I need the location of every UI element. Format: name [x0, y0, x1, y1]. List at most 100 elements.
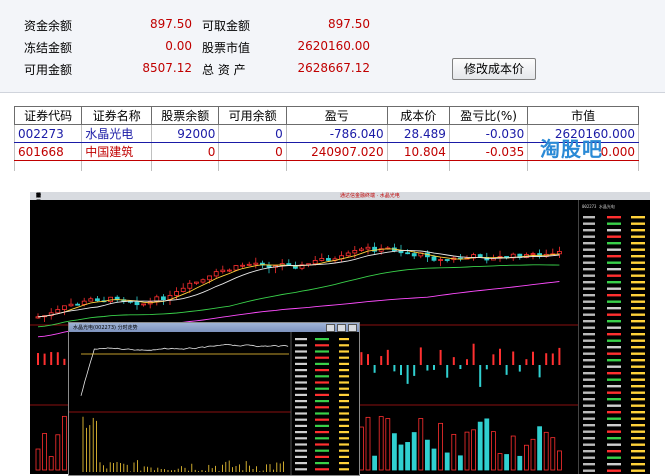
panel-volume-mark [631, 391, 645, 394]
candle-body [180, 287, 186, 292]
candle-body [240, 264, 246, 267]
total-assets-label: 总 资 产 [202, 63, 246, 77]
panel-volume-mark [631, 222, 645, 225]
candle-body [325, 258, 331, 261]
panel-label-mark [583, 255, 595, 258]
macd-bar [419, 347, 422, 365]
panel-price-mark [607, 469, 621, 472]
panel-label-mark [583, 365, 595, 368]
panel-volume-mark [631, 313, 645, 316]
cell-name: 水晶光电 [81, 124, 153, 143]
tick-time-mark [295, 356, 307, 359]
candle-body [444, 259, 450, 261]
candle-body [438, 259, 444, 261]
candle-body [55, 309, 61, 314]
cell-cost: 28.489 [386, 124, 450, 143]
col-header-pnl[interactable]: 盈亏 [285, 106, 388, 125]
col-header-code[interactable]: 证券代码 [13, 106, 83, 125]
panel-price-mark [607, 242, 621, 245]
cell-cost: 10.804 [386, 142, 450, 161]
panel-volume-mark [631, 255, 645, 258]
tick-volume-mark [339, 412, 349, 415]
panel-price-mark [607, 404, 621, 407]
panel-label-mark [583, 268, 595, 271]
maximize-icon[interactable] [337, 324, 346, 332]
account-summary-panel: 资金余额 897.50 可取金额 897.50 冻结金额 0.00 股票市值 2… [0, 0, 665, 93]
tick-time-mark [295, 431, 307, 434]
panel-price-mark [607, 333, 621, 336]
modify-cost-button[interactable]: 修改成本价 [452, 58, 536, 80]
volume-bar [411, 432, 417, 471]
cell-available: 0 [218, 142, 287, 161]
panel-price-mark [607, 372, 621, 375]
panel-code: 002273 水晶光电 [582, 203, 615, 209]
volume-bar [358, 426, 364, 471]
panel-price-mark [607, 437, 621, 440]
panel-label-mark [583, 411, 595, 414]
close-icon[interactable] [348, 324, 357, 332]
macd-bar [373, 365, 376, 373]
candle-body [345, 252, 351, 257]
volume-bar [523, 444, 529, 471]
volume-bar [365, 416, 371, 471]
panel-label-mark [583, 443, 595, 446]
macd-bar [525, 359, 528, 365]
macd-bar [538, 365, 541, 378]
panel-price-mark [607, 229, 621, 232]
popup-titlebar[interactable]: 水晶光电(002273) 分时走势 [69, 323, 359, 332]
panel-price-mark [607, 417, 621, 420]
panel-price-mark [607, 274, 621, 277]
cell-available: 0 [218, 124, 287, 143]
panel-price-mark [607, 424, 621, 427]
col-header-available[interactable]: 可用余额 [218, 106, 287, 125]
popup-background [69, 332, 359, 475]
col-header-cost[interactable]: 成本价 [386, 106, 450, 125]
panel-label-mark [583, 242, 595, 245]
panel-label-mark [583, 235, 595, 238]
intraday-popup-window[interactable]: 水晶光电(002273) 分时走势 [68, 322, 360, 476]
col-header-balance[interactable]: 股票余额 [151, 106, 220, 125]
tick-volume-mark [339, 406, 349, 409]
volume-bar [497, 453, 503, 471]
panel-volume-mark [631, 385, 645, 388]
quote-side-panel: 002273 水晶光电 [578, 200, 650, 474]
panel-volume-mark [631, 469, 645, 472]
tick-time-mark [295, 375, 307, 378]
panel-label-mark [583, 216, 595, 219]
panel-volume-mark [631, 307, 645, 310]
macd-bar [466, 359, 468, 365]
tick-time-mark [295, 387, 307, 390]
tick-volume-mark [339, 356, 349, 359]
software-title: 通达信金融终端 · 水晶光电 [340, 193, 400, 199]
macd-bar [472, 343, 475, 365]
panel-volume-mark [631, 235, 645, 238]
tick-volume-mark [339, 455, 349, 458]
col-header-market-value[interactable]: 市值 [527, 106, 639, 125]
tick-volume-mark [339, 362, 349, 365]
tick-time-mark [295, 437, 307, 440]
panel-volume-mark [631, 242, 645, 245]
tick-volume-mark [339, 375, 349, 378]
macd-bar [63, 358, 66, 365]
tick-volume-mark [339, 443, 349, 446]
software-menubar: 系统功能报价分析扩展市场行情资讯工具帮助 通达信金融终端 · 水晶光电 [30, 192, 650, 234]
cell-balance: 0 [151, 142, 220, 161]
panel-price-mark [607, 281, 621, 284]
col-header-pnl-ratio[interactable]: 盈亏比(%) [448, 106, 529, 125]
tick-price-mark [315, 468, 329, 471]
panel-label-mark [583, 391, 595, 394]
macd-bar [485, 365, 488, 370]
tick-time-mark [295, 449, 307, 452]
panel-label-mark [583, 352, 595, 355]
col-header-name[interactable]: 证券名称 [81, 106, 153, 125]
panel-price-mark [607, 411, 621, 414]
panel-price-mark [607, 326, 621, 329]
volume-bar [35, 448, 41, 471]
panel-price-mark [607, 287, 621, 290]
tick-price-mark [315, 381, 329, 384]
panel-volume-mark [631, 378, 645, 381]
tick-volume-mark [339, 338, 349, 341]
macd-bar [479, 365, 482, 387]
volume-bar [477, 421, 483, 471]
minimize-icon[interactable] [326, 324, 335, 332]
